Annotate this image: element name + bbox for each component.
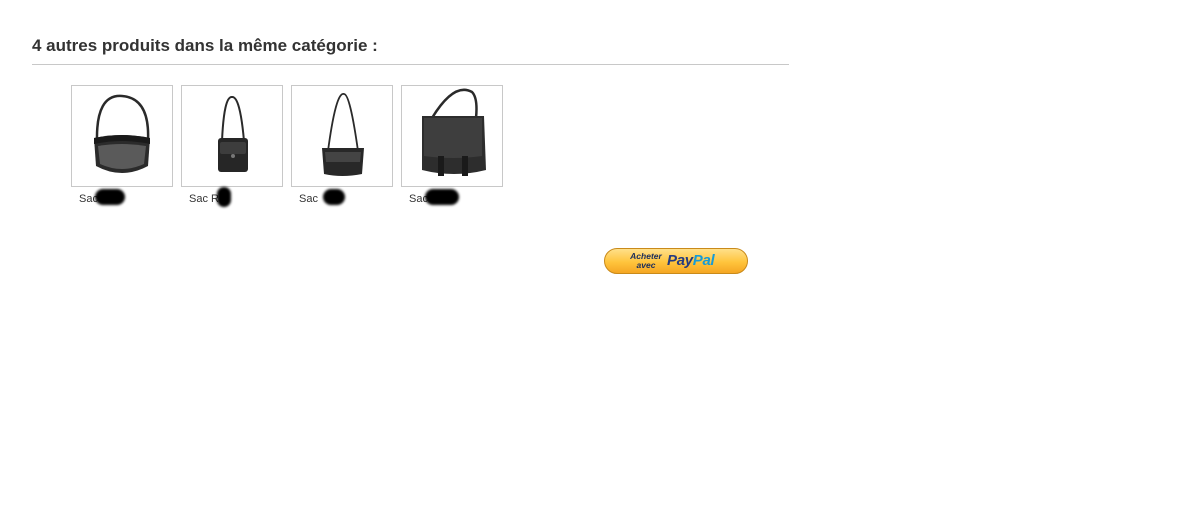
paypal-logo-icon: PayPal [667, 252, 715, 269]
product-name[interactable]: Sac [299, 189, 393, 205]
messenger-bag-icon [422, 88, 486, 176]
product-image-link[interactable] [181, 85, 283, 187]
product-image-link[interactable] [71, 85, 173, 187]
redaction-mark [323, 189, 345, 205]
product-item[interactable]: Sac [291, 85, 393, 205]
crossbody-bag-icon [322, 93, 364, 176]
paypal-button-caption: Acheter avec [630, 251, 662, 270]
redaction-mark [425, 189, 459, 205]
product-image-link[interactable] [401, 85, 503, 187]
section-divider [32, 64, 789, 65]
product-name[interactable]: Sac [79, 189, 173, 205]
product-item[interactable]: Sac R [181, 85, 283, 207]
product-item[interactable]: Sac [71, 85, 173, 205]
product-item[interactable]: Sac [401, 85, 503, 205]
section-title: 4 autres produits dans la même catégorie… [32, 36, 378, 55]
product-image-link[interactable] [291, 85, 393, 187]
paypal-checkout-button[interactable]: Acheter avec PayPal [604, 248, 748, 274]
redaction-mark [95, 189, 125, 205]
product-name[interactable]: Sac [409, 189, 503, 205]
redaction-mark [217, 187, 231, 207]
product-name[interactable]: Sac R [189, 187, 283, 207]
shoulder-bag-flap-icon [94, 94, 150, 173]
small-crossbody-bag-icon [218, 96, 248, 172]
